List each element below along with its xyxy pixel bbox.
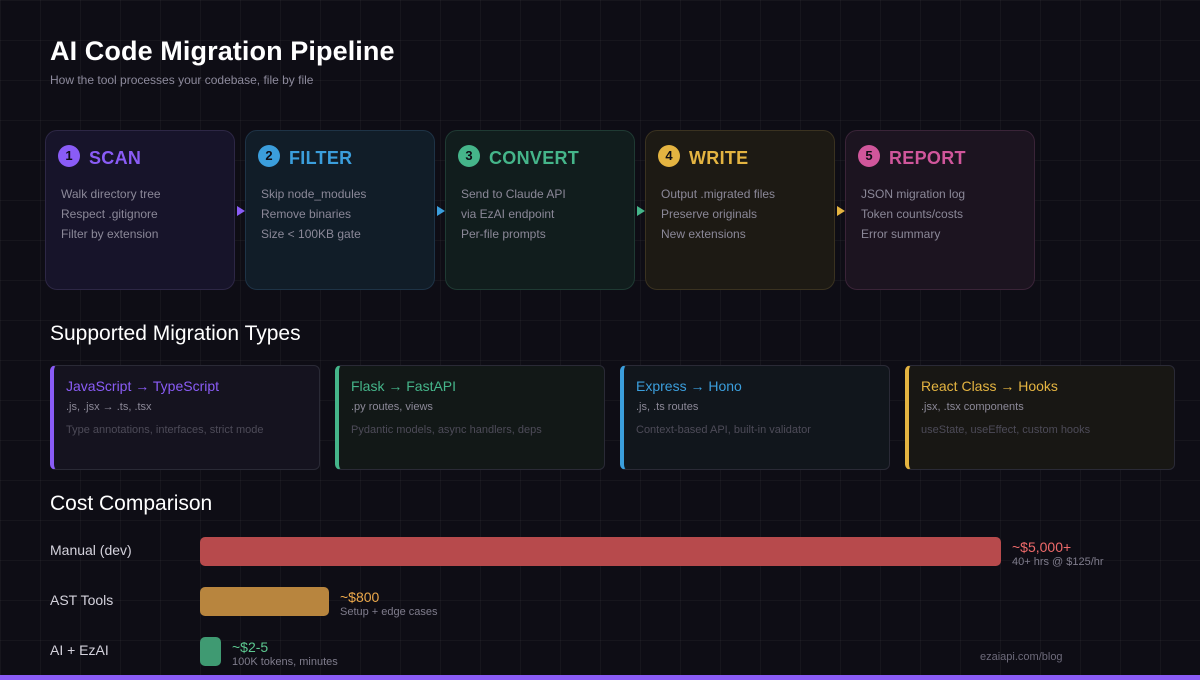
migration-title: React Class → Hooks <box>921 378 1058 394</box>
cost-note: Setup + edge cases <box>340 606 438 618</box>
cost-bar <box>200 537 1001 566</box>
migration-files: .js, .ts routes <box>636 401 699 413</box>
migration-description: Context-based API, built-in validator <box>636 424 811 436</box>
arrow-right-icon <box>837 206 845 216</box>
migration-card-react-hooks: React Class → Hooks .jsx, .tsx component… <box>905 365 1175 470</box>
migration-description: useState, useEffect, custom hooks <box>921 424 1091 436</box>
migration-title: Flask → FastAPI <box>351 378 457 394</box>
stage-line: Filter by extension <box>61 227 159 241</box>
migration-description: Type annotations, interfaces, strict mod… <box>66 424 264 436</box>
cost-bar <box>200 587 329 616</box>
stage-line: Error summary <box>861 227 941 241</box>
stage-number-badge: 4 <box>658 145 680 167</box>
stage-line: Token counts/costs <box>861 207 964 221</box>
stage-write: 4 WRITE Output .migrated files Preserve … <box>645 130 835 290</box>
stage-name: CONVERT <box>489 148 580 168</box>
migration-files: .py routes, views <box>351 401 433 413</box>
stage-line: Skip node_modules <box>261 187 367 201</box>
stage-number-badge: 2 <box>258 145 280 167</box>
arrow-right-icon <box>437 206 445 216</box>
stage-line: Per-file prompts <box>461 227 546 241</box>
stage-filter: 2 FILTER Skip node_modules Remove binari… <box>245 130 435 290</box>
migration-files: .js, .jsx → .ts, .tsx <box>66 401 152 413</box>
stage-number-badge: 5 <box>858 145 880 167</box>
bottom-accent-strip <box>0 675 1200 680</box>
stage-scan: 1 SCAN Walk directory tree Respect .giti… <box>45 130 235 290</box>
stage-name: SCAN <box>89 148 142 168</box>
stage-report: 5 REPORT JSON migration log Token counts… <box>845 130 1035 290</box>
cost-note: 40+ hrs @ $125/hr <box>1012 556 1104 568</box>
stage-line: Preserve originals <box>661 207 758 221</box>
stage-line: via EzAI endpoint <box>461 207 555 221</box>
stage-number-badge: 1 <box>58 145 80 167</box>
cost-note: 100K tokens, minutes <box>232 656 338 668</box>
section-title-migrations: Supported Migration Types <box>50 322 301 345</box>
cost-label: AI + EzAI <box>50 642 109 658</box>
cost-value: ~$2-5 <box>232 639 269 655</box>
stage-name: FILTER <box>289 148 353 168</box>
migration-title: JavaScript → TypeScript <box>66 378 220 394</box>
page-title: AI Code Migration Pipeline <box>50 36 395 66</box>
cost-bar <box>200 637 221 666</box>
stage-line: Send to Claude API <box>461 187 566 201</box>
stage-line: Size < 100KB gate <box>261 227 361 241</box>
migration-card-express-hono: Express → Hono .js, .ts routes Context-b… <box>620 365 890 470</box>
stage-line: Remove binaries <box>261 207 352 221</box>
cost-label: Manual (dev) <box>50 542 132 558</box>
migration-files: .jsx, .tsx components <box>921 401 1024 413</box>
stage-name: WRITE <box>689 148 749 168</box>
migration-card-flask-fastapi: Flask → FastAPI .py routes, views Pydant… <box>335 365 605 470</box>
page-subtitle: How the tool processes your codebase, fi… <box>50 73 314 87</box>
migration-description: Pydantic models, async handlers, deps <box>351 424 542 436</box>
stage-name: REPORT <box>889 148 966 168</box>
arrow-right-icon <box>237 206 245 216</box>
migration-card-js-ts: JavaScript → TypeScript .js, .jsx → .ts,… <box>50 365 320 470</box>
stage-line: Walk directory tree <box>61 187 161 201</box>
stage-number-badge: 3 <box>458 145 480 167</box>
footer-url[interactable]: ezaiapi.com/blog <box>980 651 1063 663</box>
stage-line: JSON migration log <box>861 187 966 201</box>
arrow-right-icon <box>637 206 645 216</box>
stage-line: Respect .gitignore <box>61 207 158 221</box>
cost-label: AST Tools <box>50 592 114 608</box>
section-title-costs: Cost Comparison <box>50 492 213 515</box>
stage-line: New extensions <box>661 227 746 241</box>
cost-value: ~$5,000+ <box>1012 539 1072 555</box>
stage-line: Output .migrated files <box>661 187 776 201</box>
migration-title: Express → Hono <box>636 378 742 394</box>
cost-value: ~$800 <box>340 589 380 605</box>
stage-convert: 3 CONVERT Send to Claude API via EzAI en… <box>445 130 635 290</box>
